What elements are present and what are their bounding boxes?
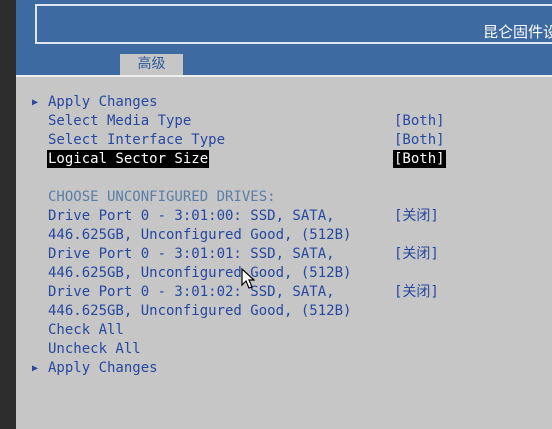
apply-changes-bottom[interactable]: Apply Changes [48, 359, 158, 377]
drive-1-toggle[interactable]: [关闭] [394, 245, 439, 263]
drive-0-toggle[interactable]: [关闭] [394, 207, 439, 225]
triangle-right-icon: ▶ [32, 97, 39, 108]
header-bar: 昆仑固件设置 高级 [16, 0, 552, 75]
header-frame: 昆仑固件设置 [35, 4, 552, 44]
drive-2-line2: 446.625GB, Unconfigured Good, (512B) [48, 303, 352, 319]
drive-0-line1[interactable]: Drive Port 0 - 3:01:00: SSD, SATA, [48, 207, 335, 225]
unconfigured-drives-heading: CHOOSE UNCONFIGURED DRIVES: [48, 189, 276, 205]
drive-1-line2: 446.625GB, Unconfigured Good, (512B) [48, 265, 352, 281]
drive-2-toggle[interactable]: [关闭] [394, 283, 439, 301]
drive-2-line1[interactable]: Drive Port 0 - 3:01:02: SSD, SATA, [48, 283, 335, 301]
uncheck-all-button[interactable]: Uncheck All [48, 340, 141, 358]
select-interface-type-label[interactable]: Select Interface Type [48, 131, 225, 149]
mouse-cursor-icon [241, 268, 255, 289]
logical-sector-size-value[interactable]: [Both] [393, 150, 446, 168]
check-all-button[interactable]: Check All [48, 321, 124, 339]
header-title: 昆仑固件设置 [482, 23, 552, 41]
drive-1-line1[interactable]: Drive Port 0 - 3:01:01: SSD, SATA, [48, 245, 335, 263]
tab-advanced[interactable]: 高级 [120, 54, 183, 75]
select-interface-type-value[interactable]: [Both] [394, 131, 445, 149]
logical-sector-size-label[interactable]: Logical Sector Size [47, 150, 210, 168]
select-media-type-value[interactable]: [Both] [394, 112, 445, 130]
select-media-type-label[interactable]: Select Media Type [48, 112, 191, 130]
apply-changes-top[interactable]: Apply Changes [48, 93, 158, 111]
left-edge-strip [0, 0, 16, 429]
drive-0-line2: 446.625GB, Unconfigured Good, (512B) [48, 227, 352, 243]
triangle-right-icon: ▶ [32, 363, 39, 374]
